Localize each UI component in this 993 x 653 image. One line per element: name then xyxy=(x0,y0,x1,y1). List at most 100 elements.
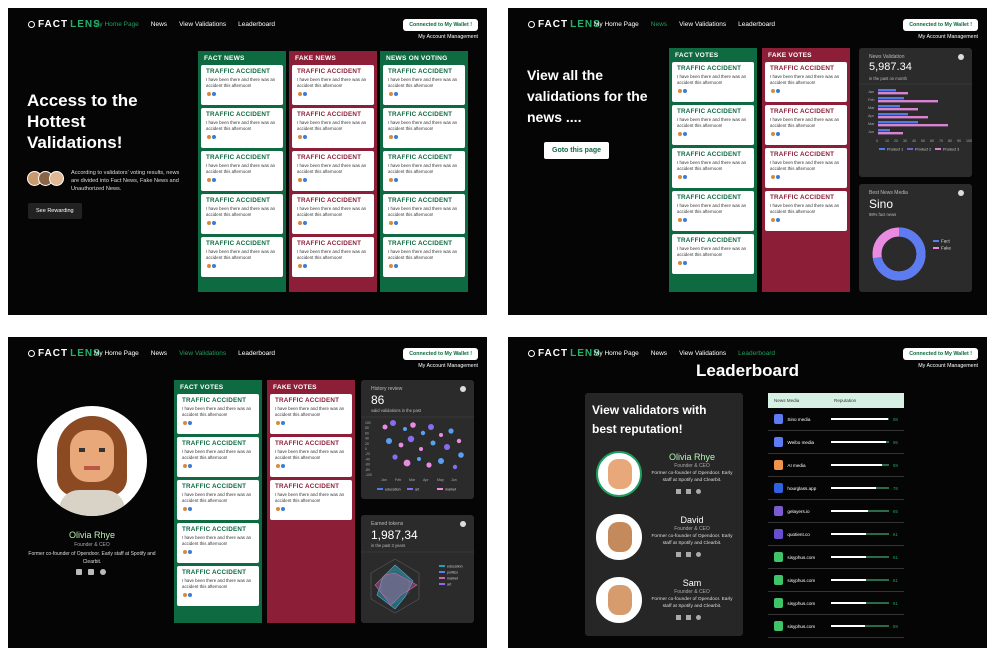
news-card[interactable]: TRAFFIC ACCIDENT I have been there and th… xyxy=(201,151,283,191)
news-card[interactable]: TRAFFIC ACCIDENT I have been there and th… xyxy=(765,148,847,188)
twitter-icon[interactable] xyxy=(76,569,82,575)
table-row[interactable]: sisyphus.com 61 xyxy=(768,592,904,615)
news-card[interactable]: TRAFFIC ACCIDENT I have been there and th… xyxy=(201,108,283,148)
news-card-title: TRAFFIC ACCIDENT xyxy=(297,111,362,118)
table-row[interactable]: hourglass.app 78 xyxy=(768,477,904,500)
news-card[interactable]: TRAFFIC ACCIDENT I have been there and th… xyxy=(292,237,374,277)
nav-news[interactable]: News xyxy=(151,350,167,357)
nav-news[interactable]: News xyxy=(651,21,667,28)
news-card[interactable]: TRAFFIC ACCIDENT I have been there and th… xyxy=(201,194,283,234)
nav-leaderboard[interactable]: Leaderboard xyxy=(738,21,775,28)
news-card[interactable]: TRAFFIC ACCIDENT I have been there and th… xyxy=(177,523,259,563)
news-card[interactable]: TRAFFIC ACCIDENT I have been there and th… xyxy=(177,566,259,606)
table-row[interactable]: AI media 89 xyxy=(768,454,904,477)
nav-validations[interactable]: View Validations xyxy=(679,21,726,28)
table-row[interactable]: sisyphus.com 61 xyxy=(768,569,904,592)
news-card[interactable]: TRAFFIC ACCIDENT I have been there and th… xyxy=(383,108,465,148)
dribbble-icon[interactable] xyxy=(100,569,106,575)
info-icon[interactable] xyxy=(958,190,964,196)
validator-item[interactable]: Sam Founder & CEO Former co-founder of Ope… xyxy=(585,575,743,635)
linkedin-icon[interactable] xyxy=(686,615,691,620)
reputation-score: 61 xyxy=(892,577,898,583)
validator-avatar xyxy=(596,451,642,497)
validator-item[interactable]: David Founder & CEO Former co-founder of O… xyxy=(585,512,743,572)
news-card[interactable]: TRAFFIC ACCIDENT I have been there and th… xyxy=(672,105,754,145)
dribbble-icon[interactable] xyxy=(696,489,701,494)
news-card[interactable]: TRAFFIC ACCIDENT I have been there and th… xyxy=(292,151,374,191)
dribbble-icon[interactable] xyxy=(696,615,701,620)
table-row[interactable]: sisyphus.com 59 xyxy=(768,615,904,638)
see-rewarding-button[interactable]: See Rewarding xyxy=(28,203,82,219)
logo[interactable]: FACT LENS xyxy=(528,19,601,30)
news-card[interactable]: TRAFFIC ACCIDENT I have been there and th… xyxy=(270,394,352,434)
nav-home[interactable]: My Home Page xyxy=(94,21,139,28)
legend-swatch xyxy=(907,148,913,150)
goto-page-button[interactable]: Goto this page xyxy=(544,142,609,159)
nav-validations[interactable]: View Validations xyxy=(679,350,726,357)
news-card[interactable]: TRAFFIC ACCIDENT I have been there and th… xyxy=(292,108,374,148)
news-card-body: I have been there and there was an accid… xyxy=(275,492,345,503)
nav-home[interactable]: My Home Page xyxy=(594,350,639,357)
news-card[interactable]: TRAFFIC ACCIDENT I have been there and th… xyxy=(270,437,352,477)
news-card[interactable]: TRAFFIC ACCIDENT I have been there and th… xyxy=(201,65,283,105)
table-row[interactable]: sisyphus.com 61 xyxy=(768,546,904,569)
news-card[interactable]: TRAFFIC ACCIDENT I have been there and th… xyxy=(201,237,283,277)
table-row[interactable]: Weibo media 95 xyxy=(768,431,904,454)
wallet-button[interactable]: Connected to My Wallet ! xyxy=(403,348,478,360)
nav-news[interactable]: News xyxy=(151,21,167,28)
twitter-icon[interactable] xyxy=(676,615,681,620)
news-card[interactable]: TRAFFIC ACCIDENT I have been there and th… xyxy=(765,191,847,231)
table-row[interactable]: quotient.co 61 xyxy=(768,523,904,546)
news-card[interactable]: TRAFFIC ACCIDENT I have been there and th… xyxy=(292,65,374,105)
news-card[interactable]: TRAFFIC ACCIDENT I have been there and th… xyxy=(177,480,259,520)
info-icon[interactable] xyxy=(460,521,466,527)
news-card[interactable]: TRAFFIC ACCIDENT I have been there and th… xyxy=(292,194,374,234)
info-icon[interactable] xyxy=(958,54,964,60)
twitter-icon[interactable] xyxy=(676,489,681,494)
linkedin-icon[interactable] xyxy=(88,569,94,575)
news-card[interactable]: TRAFFIC ACCIDENT I have been there and th… xyxy=(765,62,847,102)
nav-leaderboard[interactable]: Leaderboard xyxy=(238,350,275,357)
logo[interactable]: FACT LENS xyxy=(528,348,601,359)
wallet-button[interactable]: Connected to My Wallet ! xyxy=(903,19,978,31)
account-link[interactable]: My Account Management xyxy=(418,34,478,40)
logo[interactable]: FACT LENS xyxy=(28,19,101,30)
validator-item[interactable]: Olivia Rhye Founder & CEO Former co-founde… xyxy=(585,449,743,509)
account-link[interactable]: My Account Management xyxy=(918,34,978,40)
wallet-button[interactable]: Connected to My Wallet ! xyxy=(903,348,978,360)
news-card[interactable]: TRAFFIC ACCIDENT I have been there and th… xyxy=(383,151,465,191)
twitter-icon[interactable] xyxy=(676,552,681,557)
logo[interactable]: FACT LENS xyxy=(28,348,101,359)
news-card[interactable]: TRAFFIC ACCIDENT I have been there and th… xyxy=(177,437,259,477)
nav-leaderboard[interactable]: Leaderboard xyxy=(238,21,275,28)
news-card[interactable]: TRAFFIC ACCIDENT I have been there and th… xyxy=(672,191,754,231)
news-card[interactable]: TRAFFIC ACCIDENT I have been there and th… xyxy=(177,394,259,434)
news-card[interactable]: TRAFFIC ACCIDENT I have been there and th… xyxy=(672,234,754,274)
reputation-score: 78 xyxy=(892,485,898,491)
linkedin-icon[interactable] xyxy=(686,489,691,494)
news-card[interactable]: TRAFFIC ACCIDENT I have been there and th… xyxy=(383,65,465,105)
news-card-title: TRAFFIC ACCIDENT xyxy=(206,240,271,247)
info-icon[interactable] xyxy=(460,386,466,392)
wallet-button[interactable]: Connected to My Wallet ! xyxy=(403,19,478,31)
legend-swatch xyxy=(407,488,413,490)
fact-votes-column: FACT VOTES TRAFFIC ACCIDENT I have been t… xyxy=(174,380,262,623)
account-link[interactable]: My Account Management xyxy=(418,363,478,369)
nav-leaderboard[interactable]: Leaderboard xyxy=(738,350,775,357)
news-card[interactable]: TRAFFIC ACCIDENT I have been there and th… xyxy=(672,148,754,188)
news-card[interactable]: TRAFFIC ACCIDENT I have been there and th… xyxy=(765,105,847,145)
nav-validations[interactable]: View Validations xyxy=(179,350,226,357)
linkedin-icon[interactable] xyxy=(686,552,691,557)
news-card[interactable]: TRAFFIC ACCIDENT I have been there and th… xyxy=(270,480,352,520)
nav-news[interactable]: News xyxy=(651,350,667,357)
table-row[interactable]: gelayers.io 65 xyxy=(768,500,904,523)
news-card[interactable]: TRAFFIC ACCIDENT I have been there and th… xyxy=(383,194,465,234)
news-card[interactable]: TRAFFIC ACCIDENT I have been there and th… xyxy=(672,62,754,102)
table-row[interactable]: Sino media 98 xyxy=(768,408,904,431)
reputation-table: News Media Reputation Sino media 98 Weibo m… xyxy=(768,393,904,638)
nav-home[interactable]: My Home Page xyxy=(594,21,639,28)
dribbble-icon[interactable] xyxy=(696,552,701,557)
nav-home[interactable]: My Home Page xyxy=(94,350,139,357)
nav-validations[interactable]: View Validations xyxy=(179,21,226,28)
news-card[interactable]: TRAFFIC ACCIDENT I have been there and th… xyxy=(383,237,465,277)
